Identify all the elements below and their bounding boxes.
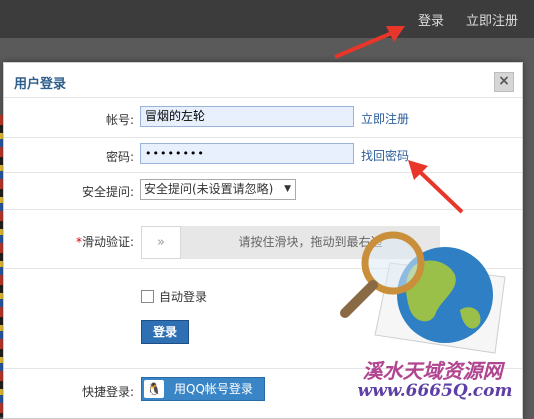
watermark-url: www.6665Q.com [357, 381, 513, 401]
watermark-title: 溪水天域资源网 [362, 359, 503, 383]
